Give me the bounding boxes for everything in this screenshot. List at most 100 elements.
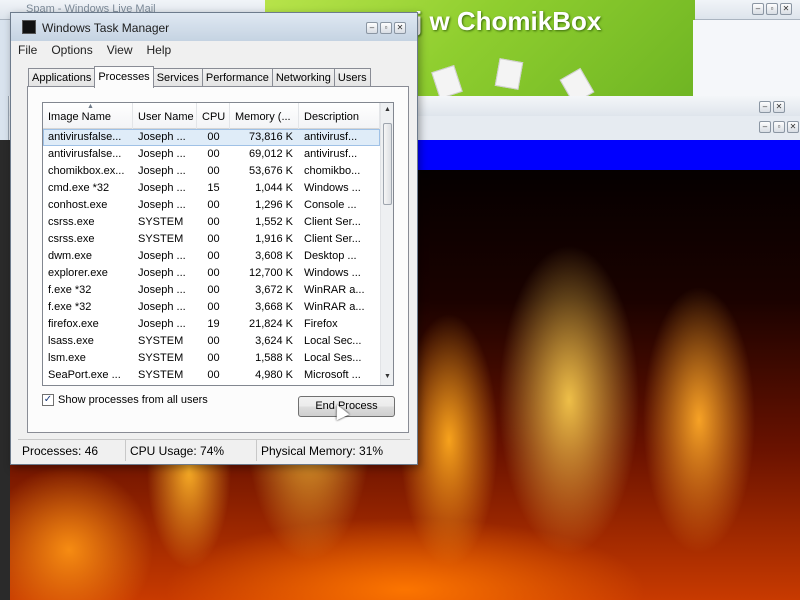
column-image-name[interactable]: ▲ Image Name bbox=[43, 103, 133, 129]
tab-services[interactable]: Services bbox=[152, 68, 203, 87]
table-row[interactable]: cmd.exe *32 Joseph ... 15 1,044 K Windows ..… bbox=[43, 180, 380, 197]
table-row[interactable]: explorer.exe Joseph ... 00 12,700 K Windows … bbox=[43, 265, 380, 282]
cpu-cell: 00 bbox=[207, 216, 220, 228]
user-name-cell: Joseph ... bbox=[138, 165, 186, 177]
memory-cell: 1,044 K bbox=[255, 182, 293, 194]
task-manager-titlebar[interactable]: Windows Task Manager – ▫ ✕ bbox=[11, 13, 417, 41]
image-name-cell: antivirusfalse... bbox=[48, 148, 122, 160]
minimize-icon[interactable]: – bbox=[759, 121, 771, 133]
menu-file[interactable]: File bbox=[11, 41, 44, 61]
table-row[interactable]: csrss.exe SYSTEM 00 1,552 K Client Ser... bbox=[43, 214, 380, 231]
column-image-name-label: Image Name bbox=[48, 111, 111, 123]
memory-cell: 69,012 K bbox=[248, 148, 293, 160]
minimize-icon[interactable]: – bbox=[366, 22, 378, 34]
cpu-cell: 15 bbox=[207, 182, 220, 194]
description-cell: Microsoft ... bbox=[304, 369, 361, 381]
image-tile-icon bbox=[494, 58, 524, 90]
table-row[interactable]: lsm.exe SYSTEM 00 1,588 K Local Ses... bbox=[43, 350, 380, 367]
table-row[interactable]: f.exe *32 Joseph ... 00 3,668 K WinRAR a... bbox=[43, 299, 380, 316]
table-row[interactable]: firefox.exe Joseph ... 19 21,824 K Firefox bbox=[43, 316, 380, 333]
status-physical-memory: Physical Memory: 31% bbox=[261, 444, 384, 458]
photo-tile-icon bbox=[431, 64, 463, 96]
show-all-processes-option[interactable]: ✓ Show processes from all users bbox=[42, 394, 208, 406]
tab-applications[interactable]: Applications bbox=[28, 68, 96, 87]
chomikbox-banner-text: j w ChomikBox bbox=[415, 6, 602, 36]
cpu-cell: 00 bbox=[197, 129, 230, 146]
cpu-cell: 00 bbox=[207, 335, 220, 347]
menu-bar: File Options View Help bbox=[11, 41, 417, 61]
user-name-cell: Joseph ... bbox=[138, 267, 186, 279]
tab-strip: Applications Processes Services Performa… bbox=[28, 66, 371, 88]
tab-performance[interactable]: Performance bbox=[201, 68, 273, 87]
maximize-icon[interactable]: ▫ bbox=[773, 121, 785, 133]
status-bar: Processes: 46 CPU Usage: 74% Physical Me… bbox=[18, 439, 410, 461]
task-manager-icon bbox=[22, 20, 36, 34]
background-window-area bbox=[693, 20, 800, 98]
table-row[interactable]: f.exe *32 Joseph ... 00 3,672 K WinRAR a... bbox=[43, 282, 380, 299]
video-window-controls-1: – ✕ bbox=[759, 101, 785, 113]
minimize-icon[interactable]: – bbox=[752, 3, 764, 15]
description-cell: WinRAR a... bbox=[304, 301, 365, 313]
table-row[interactable]: lsass.exe SYSTEM 00 3,624 K Local Sec... bbox=[43, 333, 380, 350]
memory-cell: 4,980 K bbox=[255, 369, 293, 381]
cpu-cell: 19 bbox=[207, 318, 220, 330]
table-row[interactable]: csrss.exe SYSTEM 00 1,916 K Client Ser... bbox=[43, 231, 380, 248]
scroll-down-arrow-icon[interactable]: ▼ bbox=[384, 373, 391, 380]
mail-window-controls: – ▫ ✕ bbox=[752, 3, 792, 15]
sort-ascending-icon: ▲ bbox=[87, 103, 94, 110]
column-user-name[interactable]: User Name bbox=[133, 103, 197, 129]
table-row[interactable]: dwm.exe Joseph ... 00 3,608 K Desktop ... bbox=[43, 248, 380, 265]
column-memory[interactable]: Memory (... bbox=[230, 103, 299, 129]
image-name-cell: chomikbox.ex... bbox=[48, 165, 125, 177]
maximize-icon[interactable]: ▫ bbox=[766, 3, 778, 15]
memory-cell: 73,816 K bbox=[230, 129, 299, 146]
tab-processes[interactable]: Processes bbox=[94, 66, 154, 88]
user-name-cell: SYSTEM bbox=[138, 369, 184, 381]
maximize-icon[interactable]: ▫ bbox=[380, 22, 392, 34]
description-cell: Windows ... bbox=[304, 182, 361, 194]
menu-options[interactable]: Options bbox=[44, 41, 99, 61]
image-name-cell: csrss.exe bbox=[48, 216, 95, 228]
column-description[interactable]: Description bbox=[299, 103, 380, 129]
cpu-cell: 00 bbox=[207, 165, 220, 177]
close-icon[interactable]: ✕ bbox=[780, 3, 792, 15]
user-name-cell: SYSTEM bbox=[138, 233, 184, 245]
scrollbar-thumb[interactable] bbox=[383, 123, 392, 205]
image-name-cell: cmd.exe *32 bbox=[48, 182, 110, 194]
cpu-cell: 00 bbox=[207, 267, 220, 279]
cpu-cell: 00 bbox=[207, 301, 220, 313]
tab-networking[interactable]: Networking bbox=[271, 68, 335, 87]
close-icon[interactable]: ✕ bbox=[773, 101, 785, 113]
image-name-cell: SeaPort.exe ... bbox=[48, 369, 121, 381]
table-row[interactable]: antivirusfalse... Joseph ... 00 69,012 K ant… bbox=[43, 146, 380, 163]
user-name-cell: Joseph ... bbox=[138, 301, 186, 313]
user-name-cell: Joseph ... bbox=[138, 182, 186, 194]
process-list-scrollbar[interactable]: ▲ ▼ bbox=[380, 103, 393, 385]
menu-view[interactable]: View bbox=[100, 41, 140, 61]
tab-users[interactable]: Users bbox=[333, 68, 371, 87]
process-list[interactable]: ▲ Image Name User Name CPU Memory (... D… bbox=[42, 102, 394, 386]
user-name-cell: Joseph ... bbox=[138, 148, 186, 160]
table-row[interactable]: conhost.exe Joseph ... 00 1,296 K Console ..… bbox=[43, 197, 380, 214]
scroll-up-arrow-icon[interactable]: ▲ bbox=[384, 106, 391, 113]
table-row[interactable]: antivirusfalse... Joseph ... 00 73,816 Kant… bbox=[43, 129, 380, 146]
image-name-cell: firefox.exe bbox=[48, 318, 99, 330]
image-name-cell: f.exe *32 bbox=[48, 284, 92, 296]
window-title: Windows Task Manager bbox=[42, 21, 170, 35]
memory-cell: 1,916 K bbox=[255, 233, 293, 245]
close-icon[interactable]: ✕ bbox=[394, 22, 406, 34]
column-cpu[interactable]: CPU bbox=[197, 103, 230, 129]
minimize-icon[interactable]: – bbox=[759, 101, 771, 113]
table-row[interactable]: chomikbox.ex... Joseph ... 00 53,676 K chomi… bbox=[43, 163, 380, 180]
close-icon[interactable]: ✕ bbox=[787, 121, 799, 133]
processes-panel: ▲ Image Name User Name CPU Memory (... D… bbox=[27, 86, 409, 433]
task-manager-window: Windows Task Manager – ▫ ✕ File Options … bbox=[10, 12, 418, 465]
status-processes: Processes: 46 bbox=[18, 440, 126, 461]
user-name-cell: Joseph ... bbox=[138, 318, 186, 330]
user-name-cell: Joseph ... bbox=[138, 199, 186, 211]
cpu-cell: 00 bbox=[207, 369, 220, 381]
menu-help[interactable]: Help bbox=[140, 41, 179, 61]
table-row[interactable]: SeaPort.exe ... SYSTEM 00 4,980 K Microsoft … bbox=[43, 367, 380, 384]
image-name-cell: f.exe *32 bbox=[48, 301, 92, 313]
checkmark-icon[interactable]: ✓ bbox=[42, 394, 54, 406]
